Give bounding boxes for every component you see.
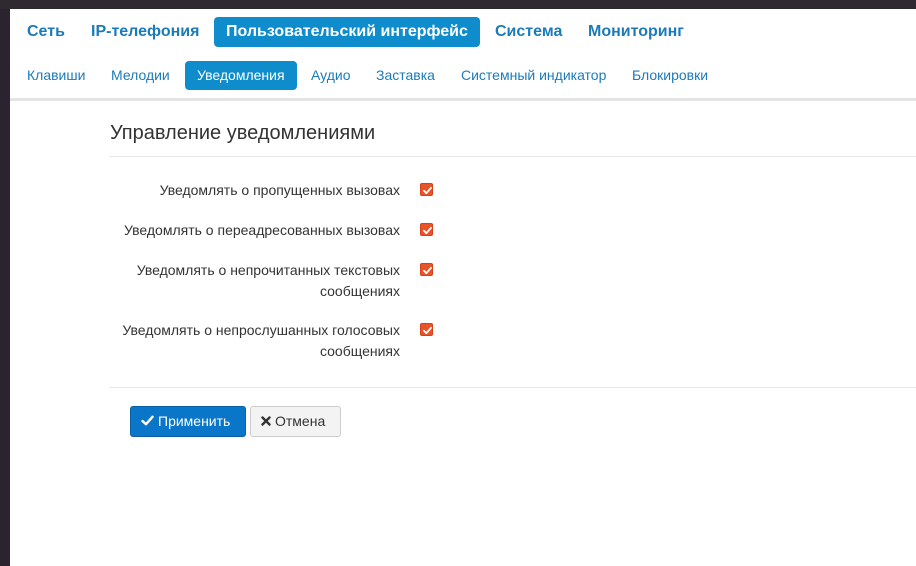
- settings-page: Сеть IP-телефония Пользовательский интер…: [10, 9, 916, 566]
- option-label-line1: Уведомлять о непрочитанных текстовых: [136, 262, 400, 278]
- apply-button-label: Применить: [158, 413, 231, 429]
- option-label-unheard-voicemail: Уведомлять о непрослушанных голосовых со…: [122, 320, 400, 362]
- close-icon: [261, 407, 271, 436]
- actions-divider: [110, 387, 916, 388]
- option-label-missed-calls: Уведомлять о пропущенных вызовах: [160, 180, 400, 201]
- title-divider: [110, 156, 916, 157]
- sub-nav-system-indicator[interactable]: Системный индикатор: [449, 61, 618, 90]
- option-label-unread-messages: Уведомлять о непрочитанных текстовых соо…: [137, 260, 400, 302]
- apply-button[interactable]: Применить: [130, 406, 246, 437]
- main-nav: Сеть IP-телефония Пользовательский интер…: [10, 9, 916, 55]
- checkbox-unheard-voicemail[interactable]: [420, 323, 433, 336]
- checkmark-icon: [423, 266, 432, 275]
- main-nav-monitoring[interactable]: Мониторинг: [576, 17, 696, 47]
- section-title: Управление уведомлениями: [110, 122, 376, 144]
- checkbox-missed-calls[interactable]: [420, 183, 433, 196]
- checkmark-icon: [423, 226, 432, 235]
- sub-nav-keys[interactable]: Клавиши: [15, 61, 97, 90]
- cancel-button-label: Отмена: [275, 413, 326, 429]
- option-label-line1: Уведомлять о непрослушанных голосовых: [122, 322, 400, 338]
- checkbox-unread-messages[interactable]: [420, 263, 433, 276]
- option-label-line2: сообщениях: [319, 283, 400, 299]
- option-label-forwarded-calls: Уведомлять о переадресованных вызовах: [124, 220, 400, 241]
- sub-nav: Клавиши Мелодии Уведомления Аудио Застав…: [10, 61, 916, 91]
- sub-nav-locks[interactable]: Блокировки: [620, 61, 720, 90]
- sub-nav-audio[interactable]: Аудио: [299, 61, 363, 90]
- subnav-divider: [10, 98, 916, 101]
- main-nav-system[interactable]: Система: [483, 17, 574, 47]
- option-label-text: Уведомлять о переадресованных вызовах: [124, 222, 400, 238]
- sub-nav-melodies[interactable]: Мелодии: [99, 61, 182, 90]
- sub-nav-screensaver[interactable]: Заставка: [364, 61, 447, 90]
- cancel-button[interactable]: Отмена: [250, 406, 341, 437]
- checkmark-icon: [423, 186, 432, 195]
- window-top-strip: [0, 0, 916, 9]
- checkmark-icon: [423, 326, 432, 335]
- option-label-line2: сообщениях: [319, 343, 400, 359]
- main-nav-user-interface[interactable]: Пользовательский интерфейс: [214, 17, 480, 47]
- checkbox-forwarded-calls[interactable]: [420, 223, 433, 236]
- sub-nav-notifications[interactable]: Уведомления: [185, 61, 297, 90]
- option-label-text: Уведомлять о пропущенных вызовах: [159, 182, 400, 198]
- main-nav-network[interactable]: Сеть: [15, 17, 77, 47]
- check-icon: [141, 407, 154, 436]
- main-nav-ip-telephony[interactable]: IP-телефония: [79, 17, 211, 47]
